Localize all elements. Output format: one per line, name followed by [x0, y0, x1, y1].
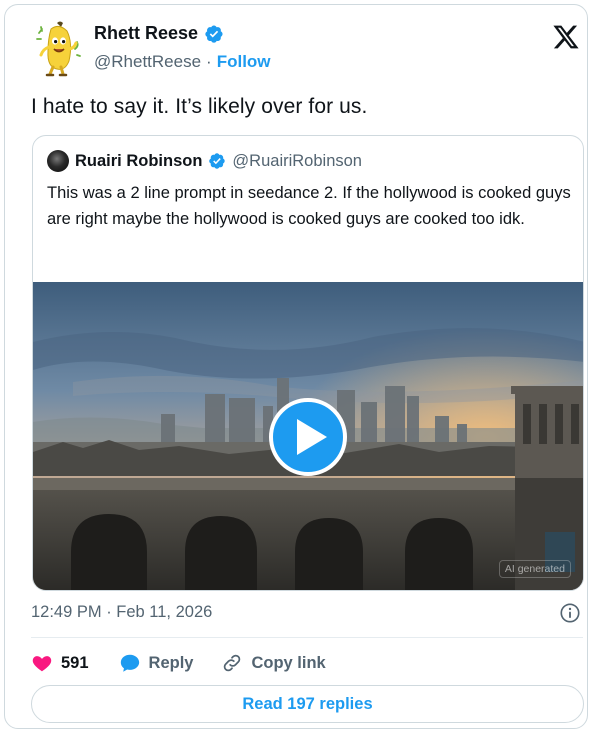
like-count: 591	[61, 653, 89, 672]
info-icon[interactable]	[559, 602, 581, 624]
quoted-tweet-header: Ruairi Robinson @RuairiRobinson	[47, 150, 362, 172]
banana-avatar-icon[interactable]	[31, 19, 85, 77]
verified-badge-icon	[209, 153, 226, 169]
video-thumbnail[interactable]	[33, 282, 584, 591]
tweet-embed-card: Rhett Reese @RhettReese · Follow I hate …	[4, 4, 588, 729]
quoted-author-name: Ruairi Robinson	[75, 151, 203, 170]
tweet-actions: 591 Reply Copy link	[31, 649, 326, 677]
reply-button[interactable]: Reply	[119, 652, 194, 674]
handle-separator: ·	[206, 52, 212, 71]
like-button[interactable]: 591	[31, 652, 89, 674]
author-handle-row: @RhettReese · Follow	[94, 52, 271, 72]
x-logo-icon[interactable]	[551, 23, 581, 51]
follow-button[interactable]: Follow	[217, 52, 271, 72]
tweet-text: I hate to say it. It’s likely over for u…	[31, 95, 368, 118]
footer-divider	[31, 637, 583, 638]
link-icon	[224, 654, 241, 672]
heart-icon	[32, 656, 52, 672]
author-display-name[interactable]: Rhett Reese	[94, 23, 198, 44]
quoted-author-handle: @RuairiRobinson	[232, 151, 362, 170]
author-handle[interactable]: @RhettReese	[94, 52, 201, 72]
ai-generated-label: AI generated	[498, 560, 571, 578]
quoted-tweet[interactable]: Ruairi Robinson @RuairiRobinson This was…	[32, 135, 584, 591]
reply-label: Reply	[148, 653, 194, 672]
quoted-tweet-text: This was a 2 line prompt in seedance 2. …	[47, 184, 571, 228]
author-name-row: Rhett Reese	[94, 23, 224, 44]
read-replies-button[interactable]: Read 197 replies	[31, 685, 584, 723]
tweet-timestamp[interactable]: 12:49 PM · Feb 11, 2026	[31, 603, 212, 622]
play-icon[interactable]	[269, 398, 347, 476]
chat-bubble-icon	[120, 654, 139, 672]
copy-link-button[interactable]: Copy link	[221, 652, 326, 674]
copy-link-label: Copy link	[251, 653, 326, 672]
verified-badge-icon	[205, 24, 223, 43]
quoted-author-avatar	[47, 150, 69, 172]
